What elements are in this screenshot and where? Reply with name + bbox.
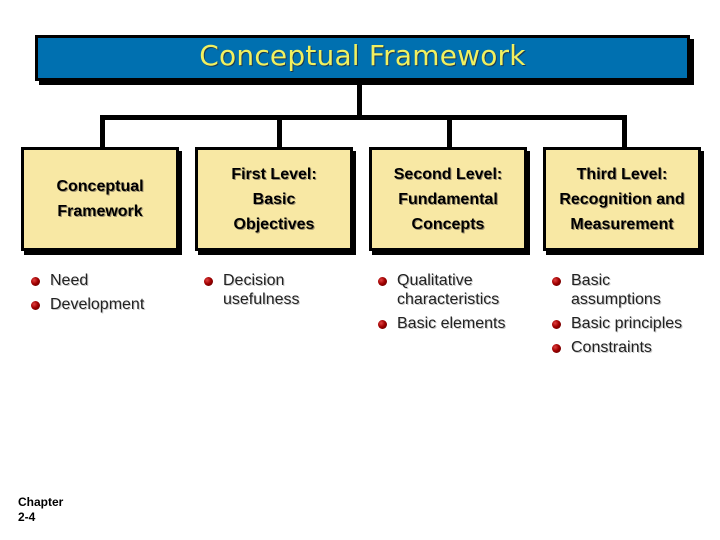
bullet-icon	[204, 277, 213, 286]
bullet-list-third-level: Basic assumptions Basic principles Const…	[552, 271, 687, 362]
list-item: Basic principles	[552, 314, 687, 333]
connector-bar	[100, 115, 627, 120]
connector-trunk	[357, 81, 362, 119]
connector-drop-1	[100, 115, 105, 148]
list-item: Basic elements	[378, 314, 528, 333]
title-banner: Conceptual Framework	[35, 35, 690, 81]
connector-drop-4	[622, 115, 627, 148]
list-item: Development	[31, 295, 181, 314]
bullet-icon	[31, 301, 40, 310]
node-second-level: Second Level: Fundamental Concepts	[369, 147, 527, 251]
bullet-list-first-level: Decision usefulness	[204, 271, 324, 314]
node-label: Second Level: Fundamental Concepts	[393, 165, 503, 233]
bullet-icon	[552, 320, 561, 329]
bullet-icon	[378, 277, 387, 286]
node-conceptual-framework: Conceptual Framework	[21, 147, 179, 251]
bullet-icon	[31, 277, 40, 286]
bullet-list-second-level: Qualitative characteristics Basic elemen…	[378, 271, 528, 338]
chapter-label-line1: Chapter	[18, 495, 64, 509]
list-item: Need	[31, 271, 181, 290]
bullet-icon	[552, 344, 561, 353]
bullet-icon	[378, 320, 387, 329]
list-item: Decision usefulness	[204, 271, 324, 309]
node-label: Conceptual Framework	[56, 178, 144, 220]
diagram-title: Conceptual Framework	[199, 38, 526, 72]
connector-drop-2	[277, 115, 282, 148]
node-label: Third Level: Recognition and Measurement	[559, 165, 685, 233]
bullet-list-conceptual-framework: Need Development	[31, 271, 181, 319]
node-first-level: First Level: Basic Objectives	[195, 147, 353, 251]
list-item: Qualitative characteristics	[378, 271, 528, 309]
list-item: Basic assumptions	[552, 271, 687, 309]
chapter-label-line2: 2-4	[18, 510, 36, 524]
list-item: Constraints	[552, 338, 687, 357]
node-third-level: Third Level: Recognition and Measurement	[543, 147, 701, 251]
bullet-icon	[552, 277, 561, 286]
chapter-label: Chapter 2-4	[18, 495, 63, 525]
connector-drop-3	[447, 115, 452, 148]
node-label: First Level: Basic Objectives	[231, 165, 317, 233]
